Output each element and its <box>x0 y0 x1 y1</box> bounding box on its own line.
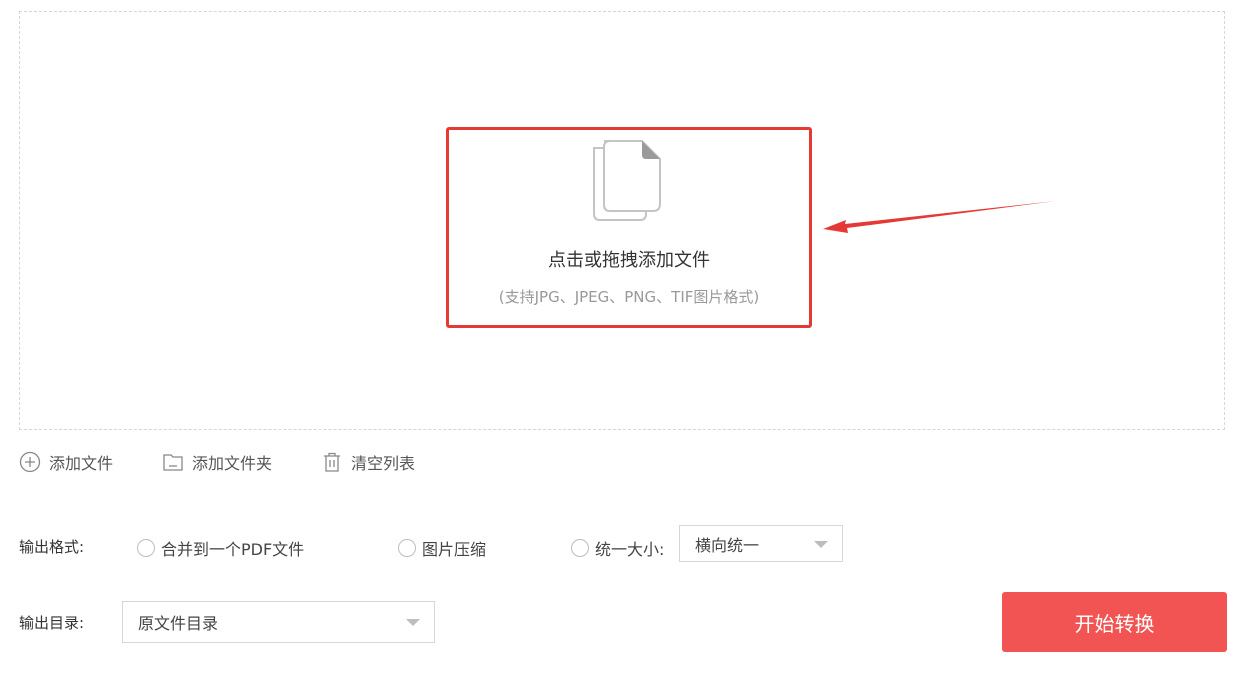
file-stack-icon <box>593 140 661 221</box>
add-file-label: 添加文件 <box>49 454 114 473</box>
add-file-button[interactable]: 添加文件 <box>19 450 113 474</box>
add-folder-label: 添加文件夹 <box>192 454 273 473</box>
merge-pdf-label: 合并到一个PDF文件 <box>161 540 305 559</box>
start-convert-button[interactable]: 开始转换 <box>1002 592 1227 652</box>
uniform-size-label: 统一大小: <box>595 540 665 559</box>
plus-circle-icon <box>19 451 41 473</box>
image-compress-radio[interactable]: 图片压缩 <box>398 536 486 560</box>
add-file-drop-target[interactable]: 点击或拖拽添加文件 (支持JPG、JPEG、PNG、TIF图片格式) <box>446 127 812 328</box>
radio-circle[interactable] <box>137 539 155 557</box>
chevron-down-icon <box>814 540 828 548</box>
radio-circle[interactable] <box>398 539 416 557</box>
clear-list-button[interactable]: 清空列表 <box>321 450 415 474</box>
trash-icon <box>324 452 340 472</box>
annotation-arrow <box>823 201 1056 233</box>
merge-pdf-radio[interactable]: 合并到一个PDF文件 <box>137 536 304 560</box>
add-folder-button[interactable]: 添加文件夹 <box>162 450 272 474</box>
chevron-down-icon <box>406 619 420 626</box>
clear-list-label: 清空列表 <box>351 454 416 473</box>
output-dir-select[interactable]: 原文件目录 <box>122 601 435 643</box>
uniform-size-value: 横向统一 <box>695 535 760 555</box>
uniform-size-select[interactable]: 横向统一 <box>679 525 843 562</box>
uniform-size-radio[interactable]: 统一大小: <box>571 536 664 560</box>
output-dir-label: 输出目录: <box>19 614 85 632</box>
output-dir-value: 原文件目录 <box>138 614 219 633</box>
radio-circle[interactable] <box>571 539 589 557</box>
drop-supported-formats: (支持JPG、JPEG、PNG、TIF图片格式) <box>498 288 760 306</box>
image-compress-label: 图片压缩 <box>422 540 487 559</box>
drop-title: 点击或拖拽添加文件 <box>548 250 710 271</box>
folder-icon <box>163 454 183 471</box>
output-format-label: 输出格式: <box>19 538 85 556</box>
